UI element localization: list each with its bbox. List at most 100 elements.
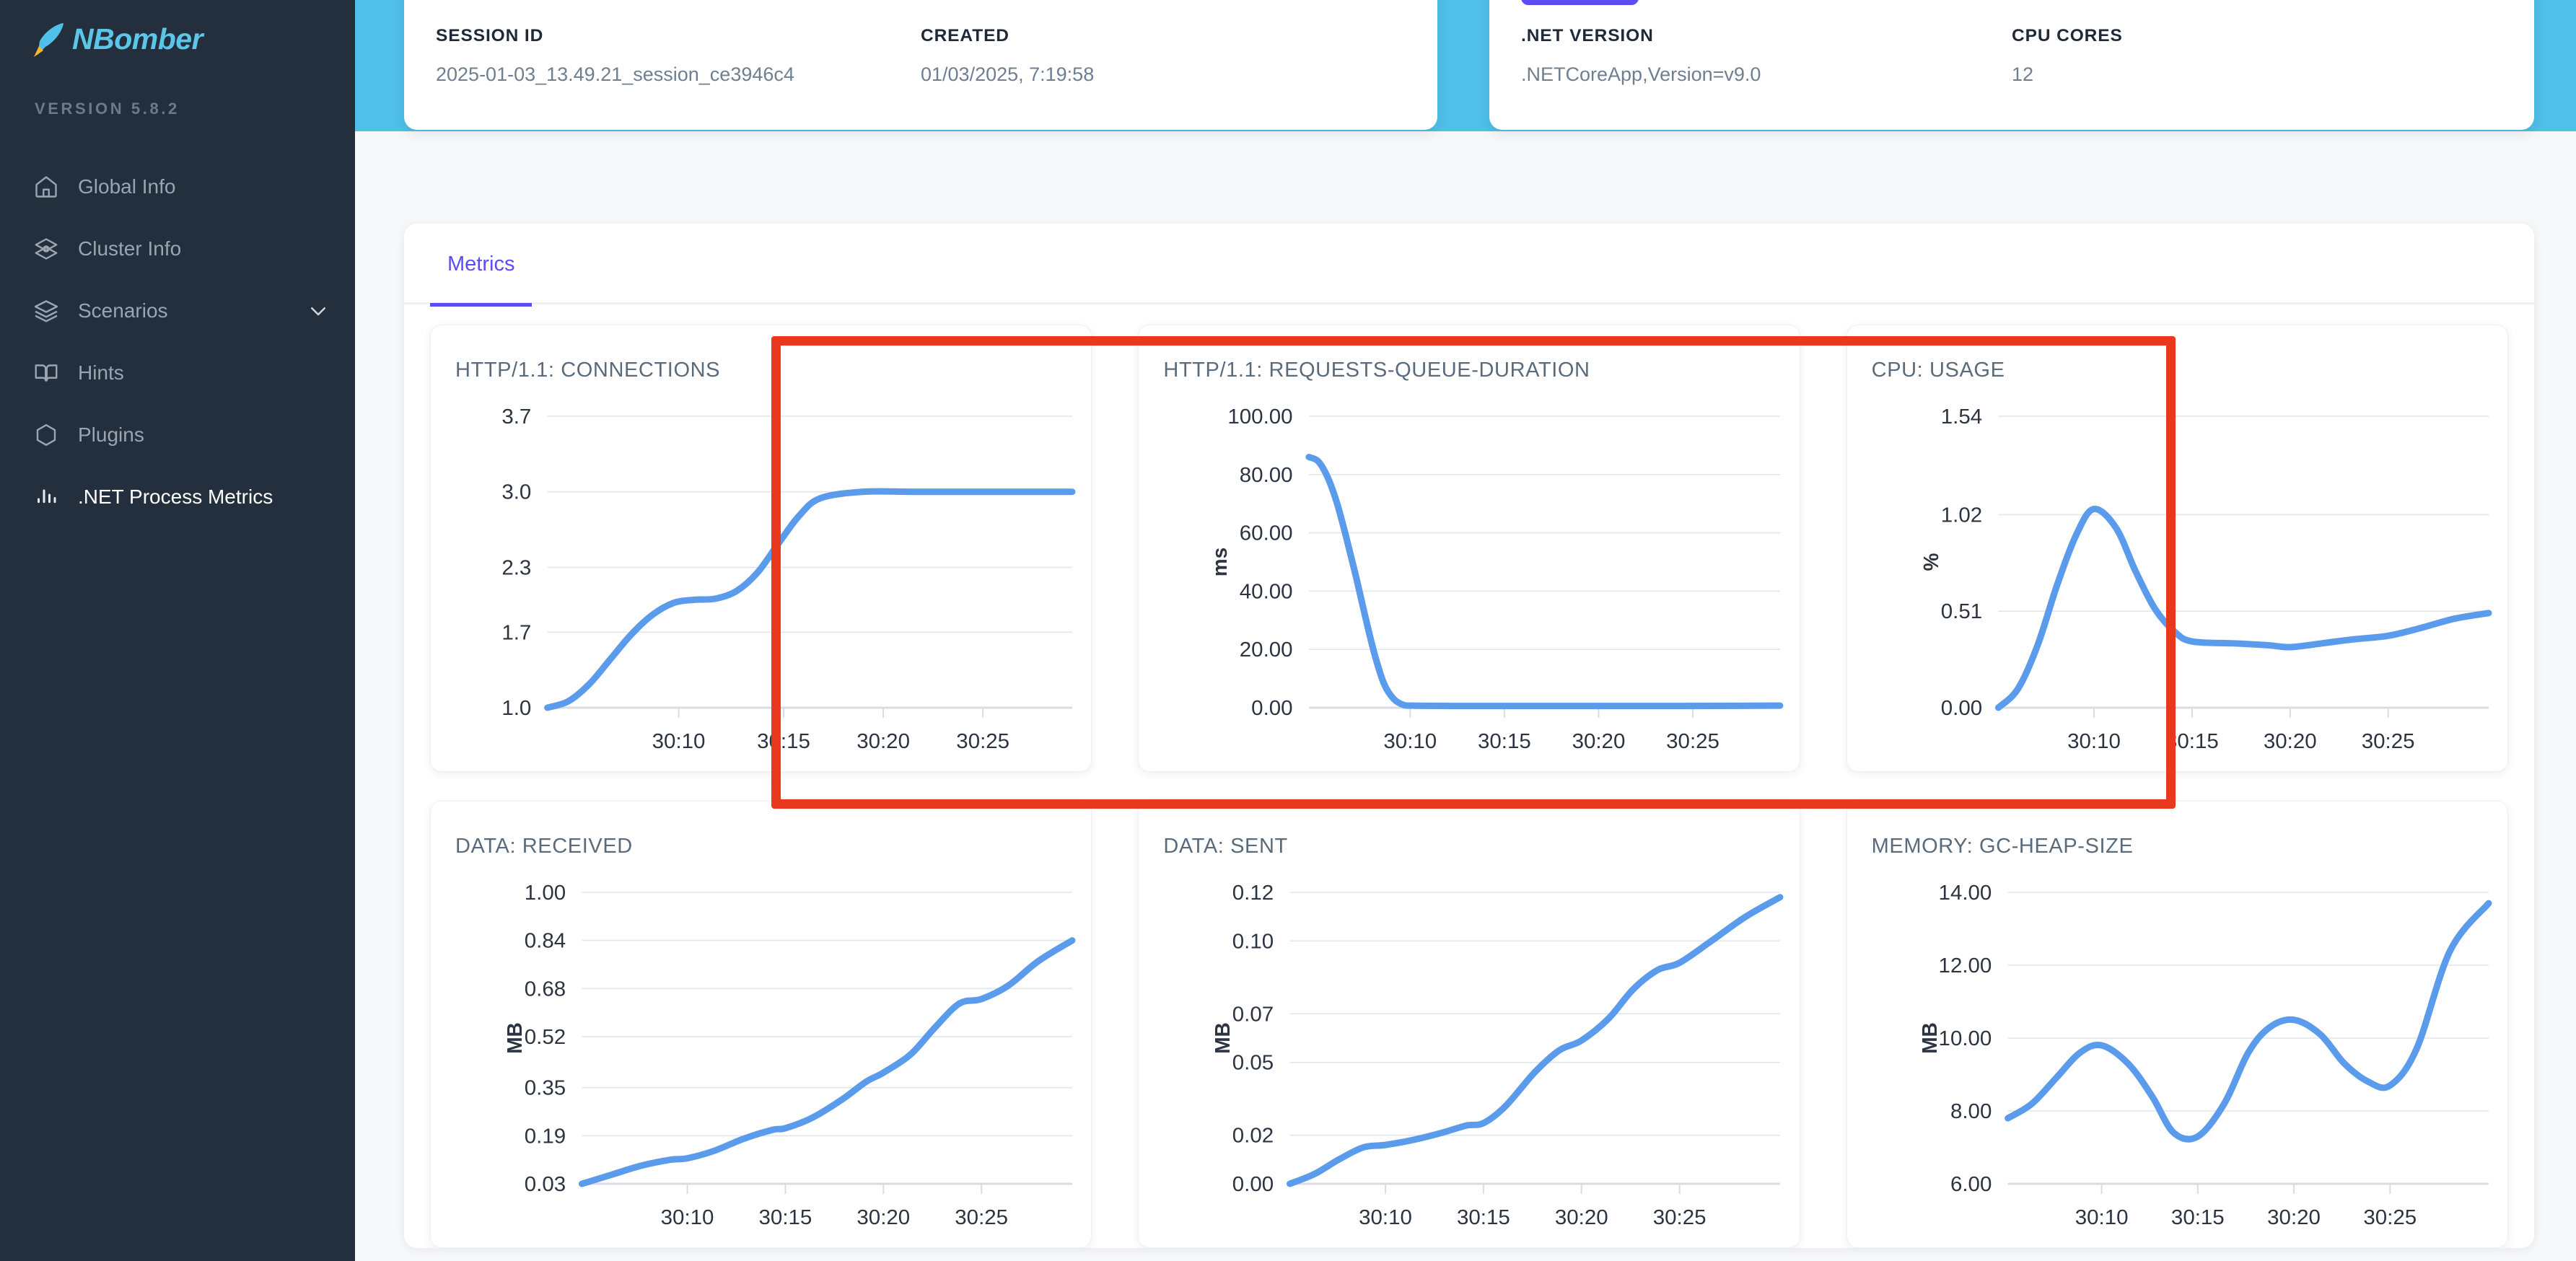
app-logo[interactable]: NBomber [0,0,355,59]
chart-card: CPU: USAGE 1.54 1.02 0.51 0.00% 30:10 30:15 30:… [1846,325,2508,772]
info-value: 2025-01-03_13.49.21_session_ce3946c4 [436,63,794,85]
info-field-os: OS Unix 15.1.1 [2012,0,2502,7]
sidebar-item-label: .NET Process Metrics [78,485,273,508]
tab-metrics[interactable]: Metrics [430,224,533,307]
rocket-icon [30,19,71,59]
svg-text:MB: MB [1211,1022,1234,1054]
home-icon [33,174,59,200]
sidebar-item-global-info[interactable]: Global Info [0,156,355,218]
sidebar-item-net-process-metrics[interactable]: .NET Process Metrics [0,466,355,528]
sidebar-item-label: Cluster Info [78,237,182,260]
hexagon-icon [33,422,59,448]
summary-cards: TEST SUITE nbomber_default_test_suite_na… [404,0,2534,130]
svg-text:0.00: 0.00 [1252,697,1293,720]
svg-text:1.7: 1.7 [501,621,531,644]
chart-card: HTTP/1.1: REQUESTS-QUEUE-DURATION 100.00 8… [1138,325,1800,772]
app-logo-text: NBomber [72,22,203,56]
sidebar-item-scenarios[interactable]: Scenarios [0,280,355,342]
svg-text:1.00: 1.00 [525,882,566,905]
svg-text:1.54: 1.54 [1940,405,1981,429]
svg-text:30:25: 30:25 [2363,1206,2417,1229]
svg-text:20.00: 20.00 [1240,638,1293,662]
chart-card: DATA: RECEIVED 1.00 0.84 0.68 0.52 0.35 0.19 0.… [430,801,1092,1248]
test-info-card: TEST SUITE nbomber_default_test_suite_na… [404,0,1437,130]
chart-title: DATA: SENT [1163,835,1288,858]
sidebar-item-label: Scenarios [78,299,168,322]
svg-text:30:25: 30:25 [955,1206,1008,1229]
info-label: .NET VERSION [1521,26,1654,45]
info-field-test-name: TEST NAME nbomber_default_test_name [921,0,1406,7]
chart-plot-area: 3.7 3.0 2.3 1.7 1.0 30:10 30:15 30:20 30:25 [431,395,1091,770]
info-value: 01/03/2025, 7:19:58 [921,63,1095,85]
svg-text:40.00: 40.00 [1240,581,1293,604]
svg-text:30:25: 30:25 [956,730,1009,753]
version-label: VERSION 5.8.2 [35,100,180,118]
svg-text:30:10: 30:10 [2067,730,2121,753]
svg-text:0.19: 0.19 [525,1125,566,1148]
svg-text:0.51: 0.51 [1940,600,1981,623]
svg-text:30:15: 30:15 [1478,730,1531,753]
svg-text:0.07: 0.07 [1232,1003,1274,1027]
sidebar-item-plugins[interactable]: Plugins [0,404,355,466]
svg-text:30:20: 30:20 [2267,1206,2321,1229]
chart-title: DATA: RECEIVED [455,835,633,858]
info-field-test-suite: TEST SUITE nbomber_default_test_suite_na… [436,0,921,7]
svg-text:0.05: 0.05 [1232,1052,1274,1075]
svg-text:80.00: 80.00 [1240,464,1293,487]
svg-text:0.00: 0.00 [1232,1173,1274,1196]
info-field-session-id: SESSION ID 2025-01-03_13.49.21_session_c… [436,26,921,98]
svg-text:0.35: 0.35 [525,1077,566,1100]
info-field-cpu-cores: CPU CORES 12 [2012,26,2502,98]
svg-text:14.00: 14.00 [1938,882,1992,905]
svg-text:3.7: 3.7 [501,405,531,429]
status-badge: SingleNode [1521,0,1639,5]
svg-text:60.00: 60.00 [1240,522,1293,545]
svg-text:30:25: 30:25 [1666,730,1719,753]
chevron-down-icon[interactable] [307,300,329,322]
svg-text:0.12: 0.12 [1232,882,1274,905]
svg-text:30:10: 30:10 [1359,1206,1412,1229]
svg-text:30:10: 30:10 [661,1206,714,1229]
svg-text:30:10: 30:10 [652,730,706,753]
svg-text:0.02: 0.02 [1232,1125,1274,1148]
node-info-card: NODE TYPE SingleNode OS Unix 15.1.1 .NET… [1489,0,2534,130]
svg-text:30:15: 30:15 [2165,730,2219,753]
chart-plot-area: 1.00 0.84 0.68 0.52 0.35 0.19 0.03 MB 30:10 30:15… [431,871,1091,1246]
svg-text:8.00: 8.00 [1950,1100,1992,1123]
svg-text:0.00: 0.00 [1940,697,1981,720]
svg-text:30:25: 30:25 [2361,730,2414,753]
svg-text:30:10: 30:10 [1384,730,1437,753]
sidebar: NBomber VERSION 5.8.2 Global Info Cluste… [0,0,355,1261]
info-label: SESSION ID [436,26,544,45]
svg-text:100.00: 100.00 [1228,405,1293,429]
chart-plot-area: 100.00 80.00 60.00 40.00 20.00 0.00 ms 30:10 30:… [1139,395,1799,770]
chart-title: CPU: USAGE [1871,359,2005,382]
chart-card: MEMORY: GC-HEAP-SIZE 14.00 12.00 10.00 8.00 6… [1846,801,2508,1248]
main-content: TEST SUITE nbomber_default_test_suite_na… [355,0,2576,1261]
svg-text:30:25: 30:25 [1653,1206,1707,1229]
sidebar-item-label: Hints [78,361,124,384]
chart-plot-area: 0.12 0.10 0.07 0.05 0.02 0.00 MB 30:10 30:15 30:2… [1139,871,1799,1246]
book-icon [33,360,59,386]
layers-icon [33,298,59,324]
svg-text:1.02: 1.02 [1940,504,1981,527]
chart-plot-area: 1.54 1.02 0.51 0.00% 30:10 30:15 30:20 30:25 [1847,395,2507,770]
svg-text:30:20: 30:20 [857,1206,910,1229]
chart-card: DATA: SENT 0.12 0.10 0.07 0.05 0.02 0.00 MB 30:1… [1138,801,1800,1248]
chart-title: HTTP/1.1: CONNECTIONS [455,359,721,382]
chart-grid: HTTP/1.1: CONNECTIONS 3.7 3.0 2.3 1.7 1.0 30:1… [404,304,2534,1248]
info-value: 12 [2012,63,2034,85]
svg-text:30:15: 30:15 [757,730,810,753]
bar-chart-icon [33,484,59,510]
metrics-panel: Metrics HTTP/1.1: CONNECTIONS 3.7 3.0 2.3 1.… [404,224,2534,1248]
sidebar-item-hints[interactable]: Hints [0,342,355,404]
svg-text:0.10: 0.10 [1232,931,1274,954]
info-field-node-type: NODE TYPE SingleNode [1521,0,2012,7]
svg-text:30:20: 30:20 [857,730,910,753]
sidebar-item-cluster-info[interactable]: Cluster Info [0,218,355,280]
svg-text:0.03: 0.03 [525,1173,566,1196]
chart-plot-area: 14.00 12.00 10.00 8.00 6.00 MB 30:10 30:15 30:20… [1847,871,2507,1246]
cube-icon [33,236,59,262]
svg-text:10.00: 10.00 [1938,1027,1992,1050]
info-label: CPU CORES [2012,26,2123,45]
